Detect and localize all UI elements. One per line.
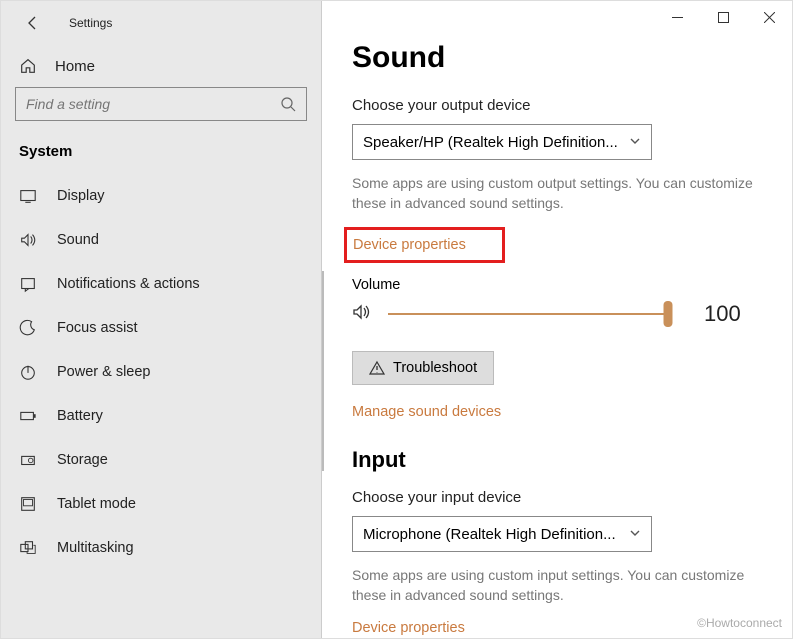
output-note: Some apps are using custom output settin… bbox=[352, 174, 762, 213]
page-title: Sound bbox=[352, 41, 762, 75]
search-input[interactable] bbox=[26, 96, 280, 112]
chevron-down-icon bbox=[629, 134, 641, 151]
nav-label: Storage bbox=[57, 452, 108, 468]
content: Sound Choose your output device Speaker/… bbox=[322, 1, 792, 638]
nav-item-tablet[interactable]: Tablet mode bbox=[1, 482, 321, 526]
back-button[interactable] bbox=[19, 9, 47, 37]
nav-list: Display Sound Notifications & actions Fo… bbox=[1, 174, 321, 570]
main-panel: Sound Choose your output device Speaker/… bbox=[322, 1, 792, 638]
nav-item-notifications[interactable]: Notifications & actions bbox=[1, 262, 321, 306]
input-device-dropdown[interactable]: Microphone (Realtek High Definition... bbox=[352, 516, 652, 552]
arrow-left-icon bbox=[25, 15, 41, 31]
slider-thumb[interactable] bbox=[664, 301, 673, 327]
manage-sound-devices-link[interactable]: Manage sound devices bbox=[352, 404, 501, 420]
nav-label: Battery bbox=[57, 408, 103, 424]
search-wrap bbox=[15, 87, 307, 121]
notifications-icon bbox=[19, 275, 37, 293]
warning-icon bbox=[369, 360, 385, 376]
close-icon bbox=[764, 12, 775, 23]
nav-item-display[interactable]: Display bbox=[1, 174, 321, 218]
output-device-dropdown[interactable]: Speaker/HP (Realtek High Definition... bbox=[352, 124, 652, 160]
output-heading: Choose your output device bbox=[352, 97, 762, 114]
window-controls bbox=[654, 1, 792, 33]
output-device-properties-link[interactable]: Device properties bbox=[353, 237, 466, 253]
home-label: Home bbox=[55, 58, 95, 75]
nav-label: Multitasking bbox=[57, 540, 134, 556]
volume-slider[interactable] bbox=[388, 304, 668, 324]
sound-icon bbox=[19, 231, 37, 249]
search-icon bbox=[280, 96, 296, 112]
search-box[interactable] bbox=[15, 87, 307, 121]
nav-label: Sound bbox=[57, 232, 99, 248]
home-nav[interactable]: Home bbox=[1, 45, 321, 87]
volume-value: 100 bbox=[704, 301, 741, 327]
display-icon bbox=[19, 187, 37, 205]
speaker-icon[interactable] bbox=[352, 302, 372, 327]
input-heading: Choose your input device bbox=[352, 489, 762, 506]
nav-item-power[interactable]: Power & sleep bbox=[1, 350, 321, 394]
minimize-icon bbox=[672, 12, 683, 23]
troubleshoot-button[interactable]: Troubleshoot bbox=[352, 351, 494, 385]
watermark: ©Howtoconnect bbox=[697, 616, 782, 630]
nav-label: Display bbox=[57, 188, 105, 204]
power-icon bbox=[19, 363, 37, 381]
minimize-button[interactable] bbox=[654, 1, 700, 33]
input-section-title: Input bbox=[352, 447, 762, 473]
app-title: Settings bbox=[69, 16, 112, 30]
slider-track bbox=[388, 313, 668, 315]
input-note: Some apps are using custom input setting… bbox=[352, 566, 762, 605]
focus-icon bbox=[19, 319, 37, 337]
dropdown-value: Microphone (Realtek High Definition... bbox=[363, 526, 616, 543]
nav-item-battery[interactable]: Battery bbox=[1, 394, 321, 438]
maximize-icon bbox=[718, 12, 729, 23]
close-button[interactable] bbox=[746, 1, 792, 33]
highlight-annotation: Device properties bbox=[344, 227, 505, 263]
section-label: System bbox=[1, 135, 321, 174]
maximize-button[interactable] bbox=[700, 1, 746, 33]
troubleshoot-label: Troubleshoot bbox=[393, 360, 477, 376]
sidebar: Settings Home System Display Sound Notif… bbox=[1, 1, 321, 638]
nav-label: Focus assist bbox=[57, 320, 138, 336]
nav-item-focus[interactable]: Focus assist bbox=[1, 306, 321, 350]
volume-row: 100 bbox=[352, 301, 762, 327]
nav-item-sound[interactable]: Sound bbox=[1, 218, 321, 262]
dropdown-value: Speaker/HP (Realtek High Definition... bbox=[363, 134, 618, 151]
battery-icon bbox=[19, 407, 37, 425]
tablet-icon bbox=[19, 495, 37, 513]
chevron-down-icon bbox=[629, 526, 641, 543]
nav-item-multitasking[interactable]: Multitasking bbox=[1, 526, 321, 570]
nav-label: Tablet mode bbox=[57, 496, 136, 512]
nav-label: Notifications & actions bbox=[57, 276, 200, 292]
nav-label: Power & sleep bbox=[57, 364, 151, 380]
storage-icon bbox=[19, 451, 37, 469]
titlebar: Settings bbox=[1, 1, 321, 45]
input-device-properties-link[interactable]: Device properties bbox=[352, 620, 465, 636]
home-icon bbox=[19, 57, 37, 75]
nav-item-storage[interactable]: Storage bbox=[1, 438, 321, 482]
volume-label: Volume bbox=[352, 277, 762, 293]
multitasking-icon bbox=[19, 539, 37, 557]
